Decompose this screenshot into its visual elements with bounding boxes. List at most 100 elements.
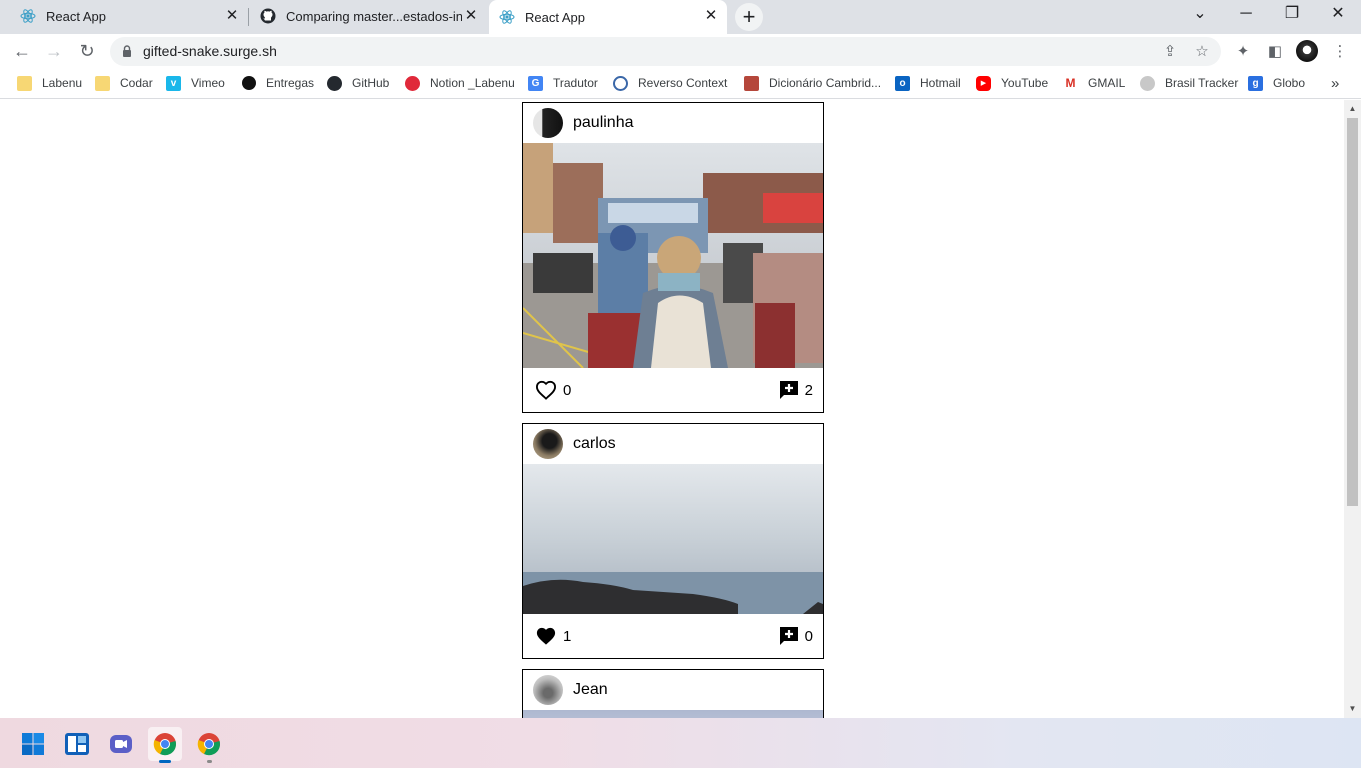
bookmark-vimeo[interactable]: v Vimeo [166,74,225,92]
tab-title: React App [525,9,585,25]
side-panel-icon[interactable]: ◧ [1265,42,1285,62]
back-arrow-icon[interactable]: ← [10,39,34,63]
scroll-up-arrow-icon[interactable]: ▲ [1344,102,1361,116]
chrome-icon[interactable] [192,727,226,763]
avatar[interactable] [533,429,563,459]
bookmark-tradutor[interactable]: G Tradutor [528,74,598,92]
restore-button[interactable]: ❐ [1269,0,1315,30]
minimize-button[interactable]: ─ [1223,0,1269,30]
bookmark-codar[interactable]: Codar [95,74,153,92]
like-button[interactable]: 1 [535,626,571,646]
bookmark-brasil-tracker[interactable]: Brasil Tracker [1140,74,1238,92]
chrome-logo-icon [197,733,220,756]
post-username[interactable]: paulinha [573,114,634,132]
like-button[interactable]: 0 [535,380,571,400]
folder-icon [17,75,32,91]
bookmark-reverso[interactable]: Reverso Context [613,74,727,92]
vimeo-icon: v [166,75,181,91]
close-tab-icon[interactable]: ✕ [703,8,719,24]
post-card: Jean [522,669,824,718]
bookmark-labenu[interactable]: Labenu [17,74,82,92]
bookmark-label: Tradutor [553,76,598,90]
avatar[interactable] [533,108,563,138]
bookmark-label: YouTube [1001,76,1049,90]
address-bar[interactable]: gifted-snake.surge.sh ⇪ ☆ [110,37,1221,66]
add-comment-icon [779,627,798,645]
post-card: paulinha 0 2 [522,102,824,413]
tab-search-icon[interactable]: ⌄ [1177,0,1223,30]
bookmark-label: Codar [120,76,153,90]
url-text[interactable]: gifted-snake.surge.sh [143,43,277,59]
post-image [523,143,823,368]
bookmark-label: Dicionário Cambrid... [769,76,882,90]
new-tab-button[interactable]: + [735,3,763,31]
windows-start-icon[interactable] [16,727,50,761]
bookmarks-bar: Labenu Codar v Vimeo Entregas GitHub Not… [0,68,1361,99]
dot-icon [242,76,256,90]
close-window-button[interactable]: ✕ [1315,0,1361,30]
folder-icon [95,75,110,91]
share-icon[interactable]: ⇪ [1161,43,1179,61]
reload-icon[interactable]: ↻ [75,39,99,63]
page-viewport: paulinha 0 2 carlos 1 0 Jean [0,100,1361,718]
bookmark-github[interactable]: GitHub [327,74,389,92]
bookmark-label: Notion _Labenu [430,76,515,90]
teams-chat-icon[interactable] [104,727,138,761]
post-card: carlos 1 0 [522,423,824,659]
bookmark-label: Brasil Tracker [1165,76,1239,90]
browser-toolbar: ← → ↻ gifted-snake.surge.sh ⇪ ☆ ✦ ◧ ⋮ [0,34,1361,68]
widgets-icon[interactable] [60,727,94,761]
lock-icon [1140,75,1155,91]
windows-taskbar [0,718,1361,768]
heart-filled-icon [536,627,556,645]
forward-arrow-icon[interactable]: → [42,39,66,63]
chrome-icon[interactable] [148,727,182,763]
react-icon [499,10,515,24]
bookmark-label: Labenu [42,76,83,90]
bookmark-label: Hotmail [920,76,961,90]
close-tab-icon[interactable]: ✕ [463,8,479,24]
youtube-icon: ▶ [976,75,991,91]
menu-dots-icon[interactable]: ⋮ [1330,42,1350,62]
bookmark-cambridge[interactable]: Dicionário Cambrid... [744,74,881,92]
add-comment-icon [779,381,798,399]
avatar[interactable] [533,675,563,705]
post-username[interactable]: carlos [573,435,616,453]
bookmark-notion-labenu[interactable]: Notion _Labenu [405,74,515,92]
like-count: 1 [563,627,572,645]
more-bookmarks-button[interactable]: » [1331,74,1339,92]
bookmark-entregas[interactable]: Entregas [242,74,314,92]
extensions-puzzle-icon[interactable]: ✦ [1233,42,1253,62]
bookmark-label: GMAIL [1088,76,1126,90]
like-count: 0 [563,381,572,399]
comment-count: 2 [804,381,813,399]
tab-react-app-1[interactable]: React App ✕ [0,0,248,32]
comment-button[interactable]: 2 [779,380,813,400]
react-icon [20,9,36,23]
post-footer: 0 2 [523,368,823,412]
profile-avatar[interactable] [1296,40,1318,62]
chat-camera-icon [110,735,132,753]
globo-icon: g [1248,75,1263,91]
scrollbar-thumb[interactable] [1347,118,1358,506]
post-footer: 1 0 [523,614,823,658]
bookmark-hotmail[interactable]: o Hotmail [895,74,961,92]
windows-logo-icon [22,733,44,755]
tab-react-app-active[interactable]: React App ✕ [489,0,727,34]
tab-github-compare[interactable]: Comparing master...estados-insta ✕ [249,0,487,32]
bookmark-youtube[interactable]: ▶ YouTube [976,74,1048,92]
reverso-icon [613,75,628,91]
bookmark-label: GitHub [352,76,390,90]
tab-title: Comparing master...estados-insta [286,8,462,24]
bookmark-gmail[interactable]: M GMAIL [1063,74,1125,92]
bookmark-globo[interactable]: g Globo [1248,74,1305,92]
close-tab-icon[interactable]: ✕ [224,8,240,24]
street-photo [523,143,823,368]
scroll-down-arrow-icon[interactable]: ▼ [1344,702,1361,716]
bookmark-label: Vimeo [191,76,225,90]
bookmark-star-icon[interactable]: ☆ [1193,43,1211,61]
page-scrollbar[interactable]: ▲ ▼ [1344,100,1361,718]
comment-count: 0 [804,627,813,645]
post-username[interactable]: Jean [573,681,608,699]
comment-button[interactable]: 0 [779,626,813,646]
